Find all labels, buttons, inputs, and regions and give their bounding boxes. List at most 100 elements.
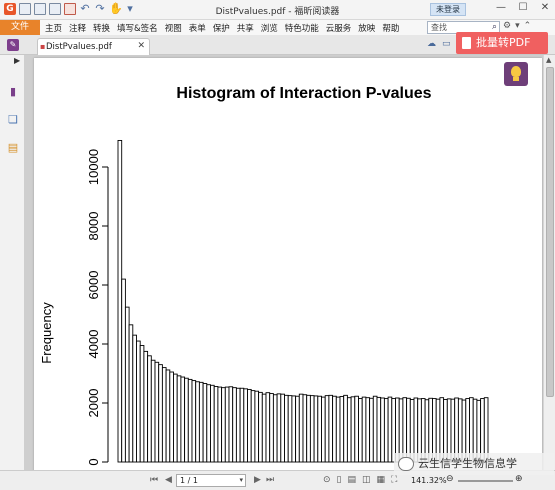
login-button[interactable]: 未登录 xyxy=(430,3,466,16)
histogram-bar xyxy=(213,386,219,463)
bookmark-icon[interactable]: ▮ xyxy=(6,85,20,99)
histogram-bar xyxy=(265,392,271,463)
next-page-icon[interactable]: ▶ xyxy=(254,475,261,485)
scrollbar-thumb[interactable] xyxy=(546,67,554,397)
left-sidebar: ▶ ▮ ❏ ▤ xyxy=(0,55,25,470)
lightbulb-base xyxy=(513,77,519,81)
menu-item-home[interactable]: 主页 xyxy=(45,22,62,34)
menu-item-comment[interactable]: 注释 xyxy=(69,22,86,34)
menu-items: 主页 注释 转换 填写&签名 视图 表单 保护 共享 浏览 特色功能 云服务 放… xyxy=(45,22,399,34)
two-page-icon[interactable]: ◫ xyxy=(362,475,371,485)
histogram-bar xyxy=(383,398,389,463)
prev-page-icon[interactable]: ◀ xyxy=(165,475,172,485)
histogram-bar xyxy=(295,395,300,463)
menu-item-form[interactable]: 表单 xyxy=(189,22,206,34)
histogram-bar xyxy=(191,380,197,463)
collapse-ribbon-icon[interactable]: ⌃ xyxy=(524,21,532,31)
histogram-bar xyxy=(150,359,156,463)
histogram-bar xyxy=(339,396,345,463)
histogram-bar xyxy=(276,393,282,463)
continuous-icon[interactable]: ▤ xyxy=(348,475,357,485)
file-menu-button[interactable]: 文件 xyxy=(0,20,40,35)
page-dropdown-icon[interactable]: ▾ xyxy=(239,475,243,486)
menu-item-cloud[interactable]: 云服务 xyxy=(326,22,352,34)
histogram-bar xyxy=(232,387,237,463)
histogram-bar xyxy=(284,394,289,463)
histogram-bar xyxy=(358,398,363,463)
close-icon[interactable]: ✕ xyxy=(539,2,551,13)
page-number-field[interactable]: 1 / 1 ▾ xyxy=(176,474,246,487)
y-axis-label: Frequency xyxy=(39,302,54,364)
histogram-bar xyxy=(221,387,226,463)
watermark: 云生信学生物信息学 xyxy=(394,453,554,475)
histogram-bar xyxy=(124,306,130,463)
histogram-bar xyxy=(139,345,145,463)
y-tick-label: 0 xyxy=(86,458,101,465)
zoom-out-icon[interactable]: ⊖ xyxy=(446,474,454,484)
histogram-bar xyxy=(350,396,356,463)
histogram-bar xyxy=(132,334,137,463)
last-page-icon[interactable]: ⏭ xyxy=(266,475,274,485)
menu-item-fill-sign[interactable]: 填写&签名 xyxy=(117,22,158,34)
minimize-icon[interactable]: — xyxy=(495,2,507,13)
tab-close-icon[interactable]: ✕ xyxy=(137,41,145,51)
document-viewport[interactable]: Histogram of Interaction P-values Freque… xyxy=(25,55,543,470)
menu-item-browse[interactable]: 浏览 xyxy=(261,22,278,34)
tab-document-label: DistPvalues.pdf xyxy=(46,42,112,52)
menu-item-view[interactable]: 视图 xyxy=(165,22,182,34)
tips-button[interactable] xyxy=(504,62,528,86)
vertical-scrollbar[interactable]: ▲ xyxy=(543,55,555,470)
histogram-bar xyxy=(247,388,252,463)
histogram-bar xyxy=(372,395,378,463)
two-page-continuous-icon[interactable]: ▦ xyxy=(377,475,386,485)
tab-document[interactable]: ▪ DistPvalues.pdf ✕ xyxy=(37,38,150,55)
pdf-page: Histogram of Interaction P-values Freque… xyxy=(34,58,542,470)
histogram-bar xyxy=(306,394,311,463)
menu-item-share[interactable]: 共享 xyxy=(237,22,254,34)
histogram-bar xyxy=(158,364,163,463)
zoom-slider[interactable] xyxy=(458,480,513,482)
comments-icon[interactable]: ▤ xyxy=(6,141,20,155)
histogram-bar xyxy=(173,373,178,463)
single-page-icon[interactable]: ▯ xyxy=(337,475,342,485)
watermark-text: 云生信学生物信息学 xyxy=(418,457,517,470)
pages-icon[interactable]: ❏ xyxy=(6,113,20,127)
histogram-bar xyxy=(206,384,211,463)
histogram-bar xyxy=(217,386,223,463)
y-tick-label: 4000 xyxy=(86,330,101,359)
zoom-level: 141.32% xyxy=(411,476,447,485)
fit-page-icon[interactable]: ⊙ xyxy=(323,475,331,485)
expand-panel-icon[interactable]: ▶ xyxy=(14,56,20,65)
menu-item-convert[interactable]: 转换 xyxy=(93,22,110,34)
pdf-icon: ▪ xyxy=(40,42,46,51)
layout-icon[interactable]: ▭ xyxy=(442,39,451,49)
histogram-bars xyxy=(117,139,489,463)
histogram-bar xyxy=(335,396,341,463)
histogram-bar xyxy=(298,393,304,463)
zoom-in-icon[interactable]: ⊕ xyxy=(515,474,523,484)
histogram-bar xyxy=(235,387,241,463)
first-page-icon[interactable]: ⏮ xyxy=(150,475,158,485)
scroll-up-icon[interactable]: ▲ xyxy=(546,56,551,64)
histogram-bar xyxy=(254,390,260,463)
fullscreen-icon[interactable]: ⛶ xyxy=(391,475,397,485)
reader-logo-icon: ✎ xyxy=(7,39,19,51)
menu-item-protect[interactable]: 保护 xyxy=(213,22,230,34)
histogram-bar xyxy=(154,361,160,463)
menu-item-features[interactable]: 特色功能 xyxy=(285,22,319,34)
histogram-bar xyxy=(224,386,230,463)
histogram-bar xyxy=(176,375,182,463)
gear-icon[interactable]: ⚙ xyxy=(503,21,511,31)
cloud-icon[interactable]: ☁ xyxy=(427,39,436,49)
histogram-bar xyxy=(202,383,208,463)
histogram-bar xyxy=(243,388,248,463)
wechat-icon xyxy=(398,457,414,471)
y-axis: 0 2000 4000 6000 8000 10000 xyxy=(86,149,109,466)
menu-item-help[interactable]: 帮助 xyxy=(382,22,399,34)
document-icon xyxy=(462,37,471,49)
maximize-icon[interactable]: ☐ xyxy=(517,2,529,13)
histogram-bar xyxy=(309,395,315,463)
chevron-down-icon[interactable]: ▾ xyxy=(515,21,520,31)
menu-item-slideshow[interactable]: 放映 xyxy=(358,22,375,34)
batch-convert-button[interactable]: 批量转PDF xyxy=(456,32,548,54)
